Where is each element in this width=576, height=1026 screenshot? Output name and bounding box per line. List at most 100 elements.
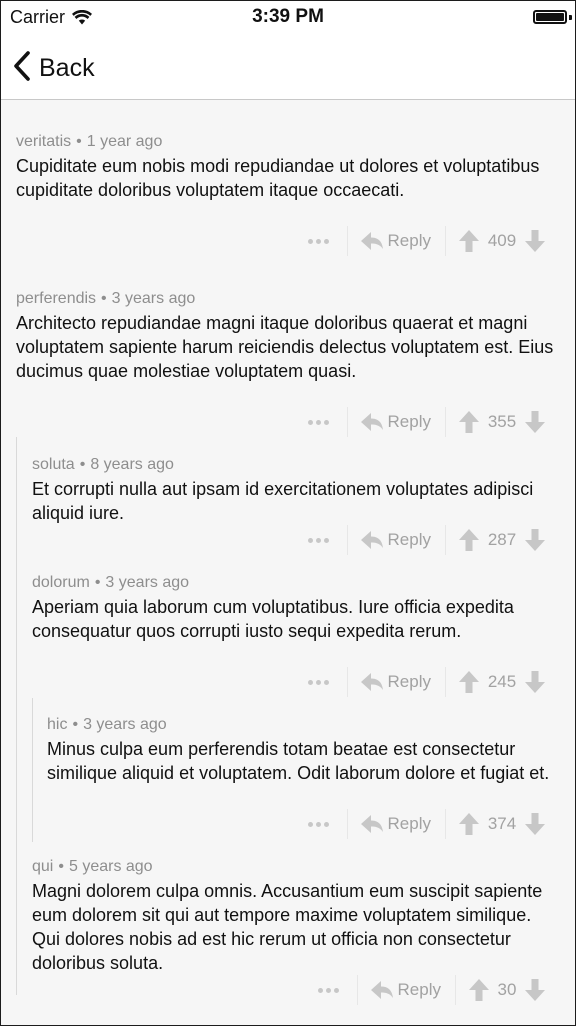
comment-actions: Reply 374 <box>305 808 545 840</box>
divider <box>445 407 446 437</box>
reply-button[interactable]: Reply <box>360 672 431 692</box>
divider <box>346 809 348 839</box>
divider <box>346 667 348 697</box>
reply-button[interactable]: Reply <box>360 530 431 550</box>
reply-label: Reply <box>387 231 431 250</box>
comment-age: 3 years ago <box>105 574 190 591</box>
divider <box>346 525 348 555</box>
more-options-button[interactable] <box>315 987 343 993</box>
reply-button[interactable]: Reply <box>360 814 431 834</box>
arrow-up-icon[interactable] <box>459 230 479 252</box>
status-bar: Carrier 3:39 PM <box>1 1 575 34</box>
comment-text: Aperiam quia laborum cum voluptatibus. I… <box>32 597 514 641</box>
arrow-up-icon[interactable] <box>459 671 479 693</box>
battery-tip <box>569 15 572 20</box>
comment-meta: dolorum • 3 years ago <box>32 572 562 594</box>
divider <box>445 667 446 697</box>
meta-separator: • <box>58 858 64 875</box>
divider <box>455 975 456 1005</box>
reply-label: Reply <box>387 814 431 833</box>
comment-meta: perferendis • 3 years ago <box>16 288 562 310</box>
chevron-left-icon <box>13 51 31 86</box>
comment-meta: qui • 5 years ago <box>32 856 562 878</box>
vote-score: 287 <box>487 530 517 549</box>
comment-author[interactable]: dolorum <box>32 574 90 591</box>
arrow-up-icon[interactable] <box>469 979 489 1001</box>
comment-author[interactable]: hic <box>47 716 67 733</box>
comment: perferendis • 3 years ago Architecto repud… <box>16 288 562 383</box>
reply-arrow-icon <box>360 815 383 833</box>
reply-label: Reply <box>387 530 431 549</box>
comment-text: Minus culpa eum perferendis totam beatae… <box>47 739 550 783</box>
reply-button[interactable]: Reply <box>360 231 431 251</box>
back-button[interactable]: Back <box>13 51 95 86</box>
reply-arrow-icon <box>370 981 393 999</box>
arrow-down-icon[interactable] <box>525 979 545 1001</box>
arrow-down-icon[interactable] <box>525 230 545 252</box>
meta-separator: • <box>79 456 86 473</box>
back-label: Back <box>39 54 95 82</box>
navigation-bar: Back <box>1 34 575 100</box>
vote-controls: 30 <box>469 979 545 1001</box>
more-options-button[interactable] <box>305 537 333 543</box>
meta-separator: • <box>72 716 79 733</box>
comment: soluta • 8 years ago Et corrupti nulla aut… <box>32 454 562 525</box>
reply-label: Reply <box>387 672 431 691</box>
reply-button[interactable]: Reply <box>360 412 431 432</box>
vote-controls: 374 <box>459 813 545 835</box>
comment: veritatis • 1 year ago Cupiditate eum nobi… <box>16 131 562 202</box>
comment-text: Cupiditate eum nobis modi repudiandae ut… <box>16 156 540 200</box>
comment-author[interactable]: qui <box>32 858 53 875</box>
arrow-down-icon[interactable] <box>525 671 545 693</box>
arrow-up-icon[interactable] <box>459 529 479 551</box>
comment-text: Magni dolorem culpa omnis. Accusantium e… <box>32 881 543 973</box>
comment-text: Architecto repudiandae magni itaque dolo… <box>16 313 554 381</box>
reply-arrow-icon <box>360 232 383 250</box>
reply-arrow-icon <box>360 413 383 431</box>
divider <box>346 226 348 256</box>
comment-author[interactable]: veritatis <box>16 133 71 150</box>
arrow-down-icon[interactable] <box>525 529 545 551</box>
battery-icon <box>533 10 567 24</box>
reply-label: Reply <box>387 412 431 431</box>
divider <box>346 407 348 437</box>
vote-score: 355 <box>487 412 517 431</box>
comment: qui • 5 years ago Magni dolorem culpa omni… <box>32 856 562 975</box>
comment-text: Et corrupti nulla aut ipsam id exercitat… <box>32 479 534 523</box>
arrow-up-icon[interactable] <box>459 411 479 433</box>
vote-controls: 355 <box>459 411 545 433</box>
divider <box>445 226 446 256</box>
meta-separator: • <box>101 290 107 307</box>
arrow-up-icon[interactable] <box>459 813 479 835</box>
more-options-button[interactable] <box>305 419 333 425</box>
comment-meta: hic • 3 years ago <box>47 714 562 736</box>
vote-score: 30 <box>497 980 517 999</box>
arrow-down-icon[interactable] <box>525 813 545 835</box>
divider <box>356 975 358 1005</box>
comment-author[interactable]: perferendis <box>16 290 96 307</box>
comment: hic • 3 years ago Minus culpa eum perferen… <box>47 714 562 785</box>
comment-actions: Reply 245 <box>305 666 545 698</box>
comment-meta: veritatis • 1 year ago <box>16 131 562 153</box>
vote-controls: 409 <box>459 230 545 252</box>
comment-age: 8 years ago <box>90 456 174 473</box>
more-options-button[interactable] <box>305 679 333 685</box>
vote-controls: 287 <box>459 529 545 551</box>
meta-separator: • <box>76 133 82 150</box>
vote-score: 245 <box>487 672 517 691</box>
divider <box>445 809 446 839</box>
comment: dolorum • 3 years ago Aperiam quia laborum… <box>32 572 562 643</box>
comment-actions: Reply 30 <box>315 974 545 1006</box>
comment-author[interactable]: soluta <box>32 456 75 473</box>
thread-line <box>32 698 33 842</box>
reply-button[interactable]: Reply <box>370 980 441 1000</box>
vote-score: 374 <box>487 814 517 833</box>
reply-label: Reply <box>397 980 441 999</box>
more-options-button[interactable] <box>305 821 333 827</box>
vote-controls: 245 <box>459 671 545 693</box>
meta-separator: • <box>94 574 101 591</box>
comment-actions: Reply 355 <box>305 406 545 438</box>
arrow-down-icon[interactable] <box>525 411 545 433</box>
more-options-button[interactable] <box>305 238 333 244</box>
reply-arrow-icon <box>360 531 383 549</box>
